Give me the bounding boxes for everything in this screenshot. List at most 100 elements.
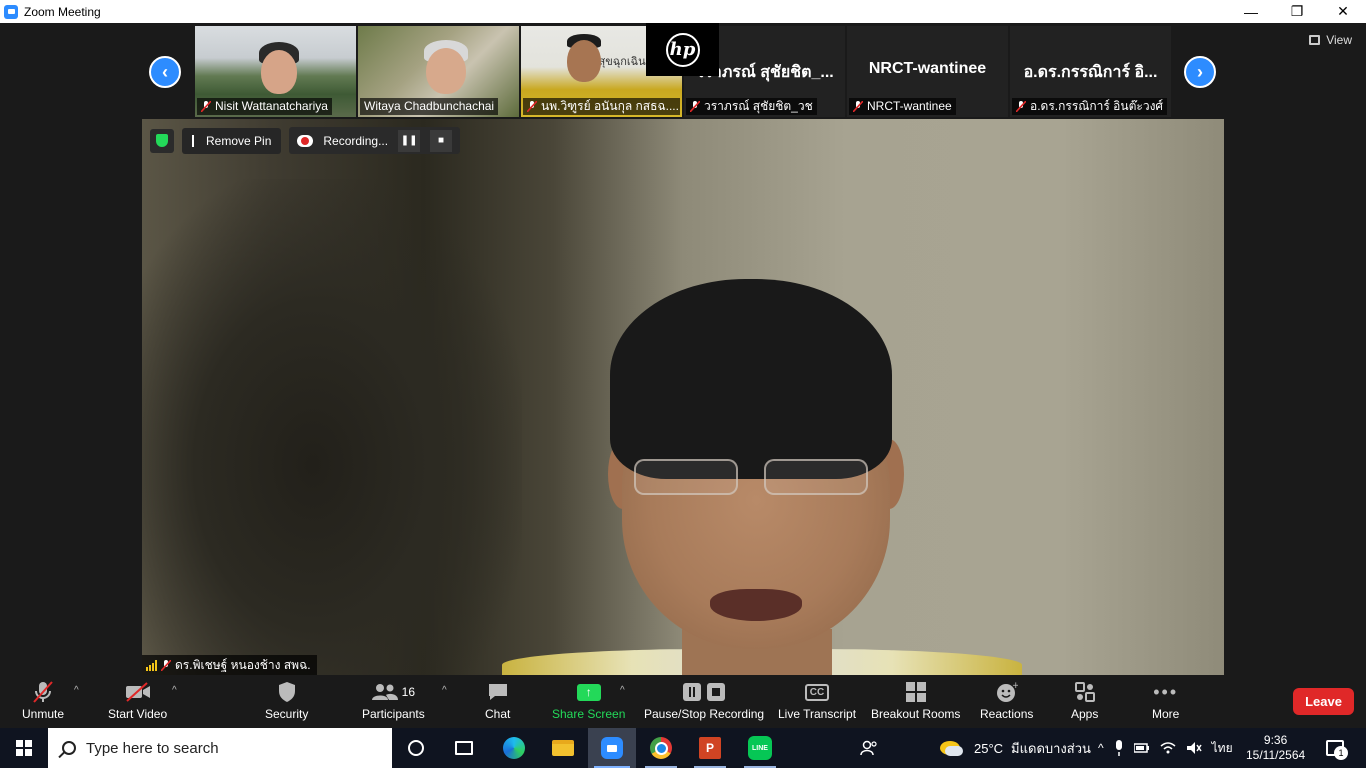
clock-text: 9:36 15/11/2564 [1246, 733, 1305, 763]
close-button[interactable]: ✕ [1320, 0, 1366, 23]
task-view-icon [455, 741, 473, 755]
gallery-tile[interactable]: Witaya Chadbunchachai [358, 26, 519, 117]
clock[interactable]: 9:36 15/11/2564 [1246, 728, 1305, 768]
microphone-icon[interactable] [1114, 740, 1124, 756]
pause-stop-recording-button[interactable]: Pause/Stop Recording [644, 679, 764, 721]
partly-sunny-icon [940, 741, 963, 756]
cc-icon-text: CC [804, 683, 830, 701]
view-button[interactable]: View [1309, 33, 1352, 47]
pin-icon [192, 134, 200, 147]
participant-name: อ.ดร.กรรณิการ์ อินต๊ะวงศ์ [1030, 99, 1164, 113]
breakout-rooms-button[interactable]: Breakout Rooms [871, 679, 960, 721]
meeting-toolbar: Unmute ^ Start Video ^ Security 16 Parti… [0, 675, 1366, 728]
taskbar-search-box[interactable]: Type here to search [48, 728, 392, 768]
zoom-taskbar-app[interactable] [588, 728, 636, 768]
blurred-foreground-object [142, 179, 522, 675]
windows-logo-icon [16, 740, 32, 756]
svg-text:+: + [1012, 681, 1018, 691]
task-view-button[interactable] [440, 728, 488, 768]
start-video-button[interactable]: Start Video [108, 679, 167, 721]
line-app[interactable]: LINE [736, 728, 784, 768]
connection-signal-icon [146, 659, 157, 671]
leave-button[interactable]: Leave [1293, 688, 1354, 715]
search-placeholder: Type here to search [86, 739, 219, 757]
share-options-caret[interactable]: ^ [620, 685, 625, 696]
wifi-icon[interactable] [1160, 741, 1176, 755]
speaker-hair [610, 279, 892, 479]
gallery-tile[interactable]: NRCT-wantinee NRCT-wantinee [847, 26, 1008, 117]
participant-face [426, 48, 466, 94]
participants-button[interactable]: 16 Participants [362, 679, 425, 721]
live-transcript-button[interactable]: CC Live Transcript [778, 679, 856, 721]
glasses-lens [764, 459, 868, 495]
notification-center-button[interactable]: 1 [1326, 728, 1348, 768]
start-video-label: Start Video [108, 707, 168, 721]
share-screen-button[interactable]: ↑ Share Screen [552, 679, 625, 721]
volume-muted-icon[interactable] [1186, 741, 1202, 755]
remove-pin-button[interactable]: Remove Pin [182, 127, 282, 154]
cortana-icon [408, 740, 424, 756]
gallery-tile[interactable]: อ.ดร.กรรณิการ์ อิ... อ.ดร.กรรณิการ์ อินต… [1010, 26, 1171, 117]
more-button[interactable]: ••• More [1152, 679, 1179, 722]
participant-name: นพ.วิฑูรย์ อนันกุล กสธฉ.... [541, 99, 679, 113]
gallery-tile[interactable]: Nisit Wattanatchariya [195, 26, 356, 117]
apps-button[interactable]: Apps [1071, 679, 1098, 721]
cloud-recording-icon [297, 134, 314, 147]
chrome-app[interactable] [637, 728, 685, 768]
closed-caption-icon: CC [804, 679, 830, 705]
input-language[interactable]: ไทย [1212, 739, 1233, 758]
clock-date: 15/11/2564 [1246, 748, 1306, 762]
line-icon: LINE [748, 736, 772, 760]
battery-icon[interactable] [1133, 742, 1150, 754]
participant-name-tag: วราภรณ์ สุชัยชิต_วช [686, 98, 817, 115]
cortana-button[interactable] [392, 728, 440, 768]
apps-icon [1074, 679, 1096, 705]
share-screen-label: Share Screen [552, 707, 626, 721]
participants-count: 16 [401, 685, 416, 699]
video-off-icon [125, 679, 151, 705]
reactions-label: Reactions [980, 707, 1034, 721]
folder-icon [552, 740, 574, 756]
participant-display-name: NRCT-wantinee [868, 60, 987, 77]
participants-icon: 16 [371, 679, 416, 705]
edge-app[interactable] [490, 728, 538, 768]
participant-name-tag: Witaya Chadbunchachai [360, 98, 499, 115]
participant-display-name: อ.ดร.กรรณิการ์ อิ... [1023, 64, 1158, 81]
chat-button[interactable]: Chat [485, 679, 510, 721]
mic-muted-icon [161, 659, 171, 671]
security-button[interactable]: Security [265, 679, 308, 721]
live-transcript-label: Live Transcript [778, 707, 857, 721]
gallery-next-button[interactable]: › [1184, 56, 1216, 88]
speaker-name-tag: ดร.พิเชษฐ์ หนองช้าง สพฉ. [142, 655, 317, 675]
mic-muted-icon [853, 101, 863, 112]
powerpoint-icon: P [699, 737, 721, 759]
participant-name: Nisit Wattanatchariya [215, 99, 328, 113]
speaker-mouth [710, 589, 802, 621]
powerpoint-app[interactable]: P [686, 728, 734, 768]
restore-button[interactable]: ❐ [1274, 0, 1320, 23]
start-button[interactable] [0, 728, 48, 768]
windows-taskbar: Type here to search P LINE 25°C มีแดดบาง… [0, 728, 1366, 768]
unmute-button[interactable]: Unmute [22, 679, 64, 721]
video-options-caret[interactable]: ^ [172, 685, 177, 696]
hp-logo-text: hp [665, 32, 700, 67]
view-label: View [1326, 33, 1352, 47]
weather-widget[interactable]: 25°C มีแดดบางส่วน [940, 728, 1091, 768]
more-dots-icon: ••• [1153, 681, 1179, 702]
notification-icon: 1 [1326, 740, 1348, 760]
hp-logo-overlay: hp [646, 23, 719, 76]
pause-recording-button[interactable]: ❚❚ [398, 129, 421, 152]
stop-recording-button[interactable]: ■ [430, 129, 453, 152]
minimize-button[interactable]: — [1228, 0, 1274, 23]
encryption-badge[interactable] [150, 128, 174, 153]
participants-options-caret[interactable]: ^ [442, 685, 447, 696]
participant-face [261, 50, 297, 94]
file-explorer-app[interactable] [539, 728, 587, 768]
reactions-button[interactable]: + Reactions [980, 679, 1033, 721]
people-button[interactable] [860, 728, 878, 768]
glasses-lens [634, 459, 738, 495]
gallery-prev-button[interactable]: ‹ [149, 56, 181, 88]
tray-chevron-icon[interactable]: ^ [1098, 741, 1104, 755]
audio-options-caret[interactable]: ^ [74, 685, 79, 696]
zoom-icon [601, 737, 623, 759]
